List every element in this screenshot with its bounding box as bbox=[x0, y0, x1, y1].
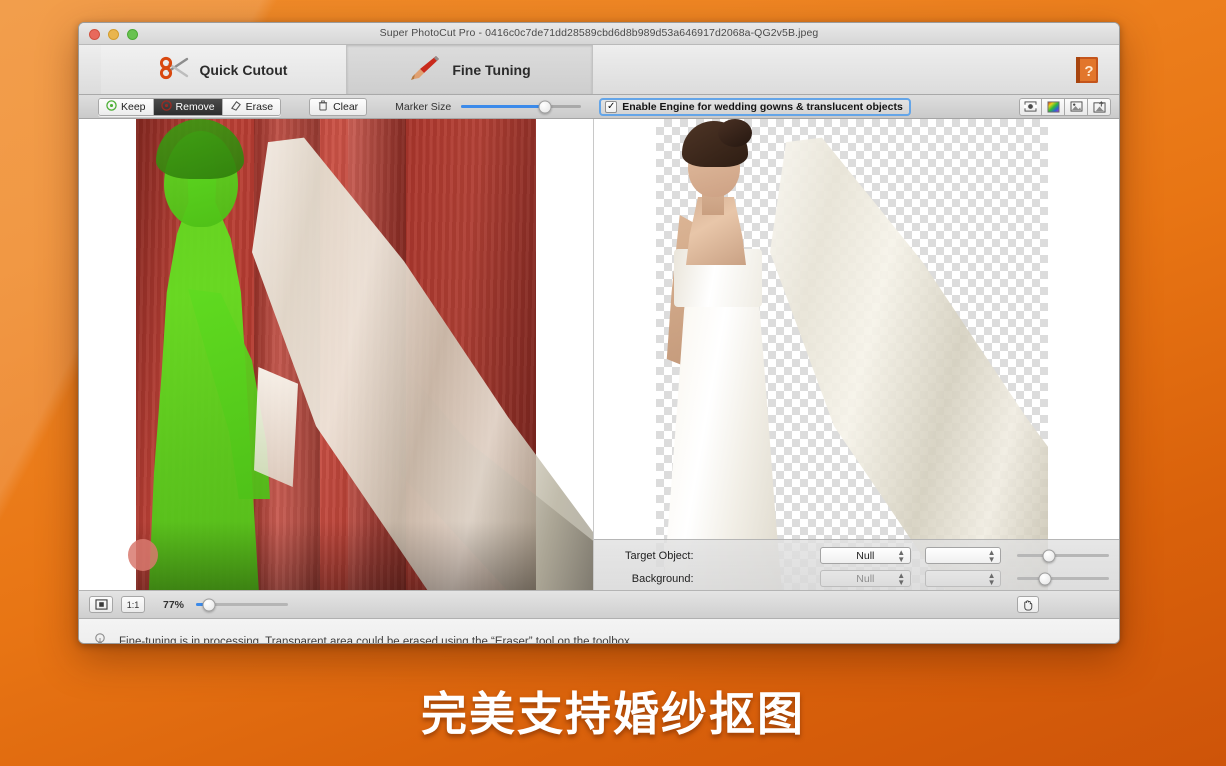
actual-size-button[interactable]: 1:1 bbox=[121, 596, 145, 613]
mode-erase-label: Erase bbox=[245, 100, 274, 113]
background-slider[interactable] bbox=[1017, 570, 1109, 588]
pan-tool-button[interactable] bbox=[1017, 596, 1039, 613]
canvas-area: Target Object: Null ▲▼ ▲▼ Background: bbox=[79, 119, 1119, 591]
paintbrush-icon bbox=[408, 53, 442, 86]
mask-stroke bbox=[254, 367, 298, 487]
source-image-pane[interactable] bbox=[79, 119, 594, 590]
title-bar: Super PhotoCut Pro - 0416c0c7de71dd28589… bbox=[79, 23, 1119, 45]
help-button[interactable]: ? bbox=[1071, 54, 1103, 86]
chevron-updown-icon: ▲ ▼ bbox=[897, 547, 906, 564]
app-window: Super PhotoCut Pro - 0416c0c7de71dd28589… bbox=[78, 22, 1120, 644]
tab-strip: Quick Cutout Fine Tuning ? bbox=[79, 45, 1119, 95]
fit-to-window-button[interactable] bbox=[89, 596, 113, 613]
mode-keep-label: Keep bbox=[121, 100, 146, 113]
tab-quick-cutout-label: Quick Cutout bbox=[199, 61, 288, 78]
floor-shadow bbox=[136, 521, 536, 590]
promo-caption: 完美支持婚纱抠图 bbox=[421, 687, 805, 741]
tab-fine-tuning-label: Fine Tuning bbox=[452, 61, 531, 78]
remove-target-icon bbox=[160, 99, 172, 114]
toolbar-icon-group bbox=[1019, 97, 1111, 116]
target-object-slider[interactable] bbox=[1017, 547, 1109, 565]
actual-size-label: 1:1 bbox=[126, 599, 140, 610]
hand-pan-icon bbox=[1024, 599, 1033, 611]
keep-target-icon bbox=[106, 99, 117, 114]
clear-label: Clear bbox=[333, 100, 359, 113]
chevron-updown-icon: ▲ ▼ bbox=[897, 570, 906, 587]
result-hair-bun bbox=[718, 119, 752, 147]
marker-size-slider[interactable] bbox=[461, 98, 582, 116]
help-book-icon: ? bbox=[1076, 57, 1098, 83]
mask-overlay-hair bbox=[156, 119, 244, 179]
svg-text:?: ? bbox=[1084, 63, 1093, 80]
marker-dot bbox=[128, 539, 158, 571]
zoom-level-label: 77% bbox=[163, 598, 185, 611]
window-title: Super PhotoCut Pro - 0416c0c7de71dd28589… bbox=[379, 27, 819, 39]
tab-fine-tuning[interactable]: Fine Tuning bbox=[347, 45, 593, 94]
color-picker-icon[interactable] bbox=[1042, 97, 1065, 116]
result-image-pane[interactable]: Target Object: Null ▲▼ ▲▼ Background: bbox=[594, 119, 1119, 590]
background-secondary-select[interactable]: ▲ ▼ bbox=[925, 570, 1002, 587]
eraser-icon bbox=[230, 100, 242, 114]
trash-icon bbox=[318, 100, 328, 114]
zoom-slider[interactable] bbox=[196, 596, 289, 614]
background-label: Background: bbox=[631, 572, 694, 585]
mode-keep-button[interactable]: Keep bbox=[99, 98, 154, 115]
chevron-updown-icon: ▲ ▼ bbox=[987, 547, 996, 564]
fit-to-window-icon bbox=[94, 599, 108, 610]
cutout-result bbox=[656, 119, 1048, 590]
clear-button[interactable]: Clear bbox=[309, 97, 368, 116]
mode-erase-button[interactable]: Erase bbox=[222, 98, 281, 115]
target-object-value: Null bbox=[856, 549, 875, 562]
status-bar: Fine-tuning is in processing. Transparen… bbox=[79, 619, 1119, 644]
source-photo bbox=[128, 119, 593, 590]
target-object-secondary-select[interactable]: ▲ ▼ bbox=[925, 547, 1002, 564]
background-select[interactable]: Null ▲ ▼ bbox=[819, 570, 912, 587]
target-object-row: Target Object: Null ▲ ▼ ▲ ▼ bbox=[602, 545, 1109, 566]
zoom-bar: 1:1 77% bbox=[79, 591, 1119, 619]
object-settings-panel: Target Object: Null ▲▼ ▲▼ Background: bbox=[594, 539, 1119, 590]
background-value: Null bbox=[856, 572, 875, 585]
tab-quick-cutout[interactable]: Quick Cutout bbox=[101, 45, 347, 94]
target-object-select[interactable]: Null ▲ ▼ bbox=[819, 547, 912, 564]
lightbulb-icon bbox=[93, 632, 107, 643]
scissors-icon bbox=[159, 55, 190, 84]
fit-frame-icon[interactable] bbox=[1019, 97, 1042, 116]
export-image-icon[interactable] bbox=[1088, 97, 1111, 116]
preview-image-icon[interactable] bbox=[1065, 97, 1088, 116]
enable-engine-checkbox[interactable]: ✓ bbox=[605, 100, 618, 113]
status-message: Fine-tuning is in processing. Transparen… bbox=[119, 636, 633, 644]
target-object-label: Target Object: bbox=[625, 549, 694, 562]
marker-size-label: Marker Size bbox=[395, 100, 452, 113]
mode-remove-label: Remove bbox=[175, 100, 215, 113]
enable-engine-checkbox-group[interactable]: ✓ Enable Engine for wedding gowns & tran… bbox=[599, 97, 911, 116]
mode-remove-button[interactable]: Remove bbox=[153, 98, 223, 115]
enable-engine-label: Enable Engine for wedding gowns & transl… bbox=[622, 100, 903, 113]
editor-toolbar: Keep Remove Erase Clear Marker Size ✓ En… bbox=[79, 95, 1119, 119]
mode-segmented-control: Keep Remove Erase bbox=[98, 97, 282, 116]
background-row: Background: Null ▲ ▼ ▲ ▼ bbox=[602, 568, 1109, 589]
chevron-updown-icon: ▲ ▼ bbox=[987, 570, 996, 587]
